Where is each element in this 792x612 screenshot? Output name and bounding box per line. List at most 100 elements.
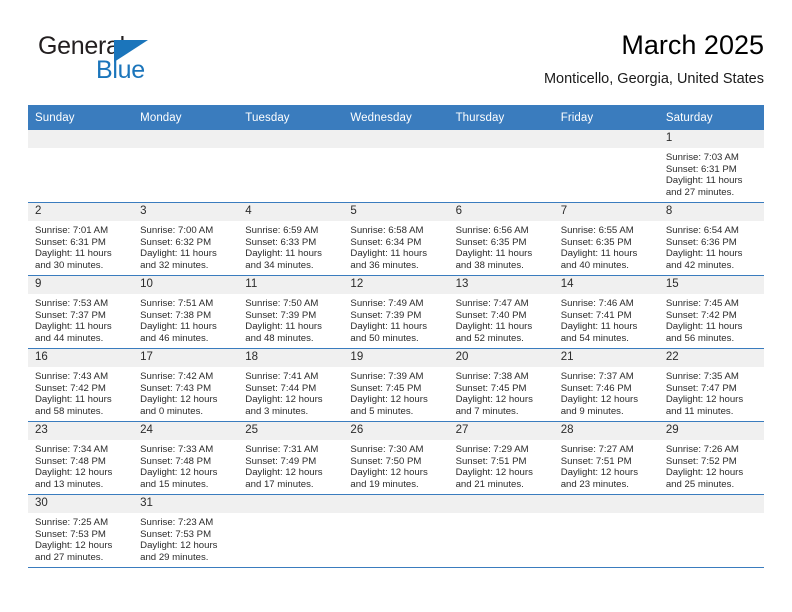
calendar-day-cell[interactable]: 17 Sunrise: 7:42 AM Sunset: 7:43 PM Dayligh… [133, 348, 239, 422]
calendar-day-cell[interactable]: 9 Sunrise: 7:53 AM Sunset: 7:37 PM Daylight… [28, 275, 134, 349]
sunset-text: Sunset: 7:39 PM [350, 309, 422, 321]
calendar-day-cell[interactable]: 18 Sunrise: 7:41 AM Sunset: 7:44 PM Dayligh… [238, 348, 344, 422]
calendar-body: 1 Sunrise: 7:03 AM Sunset: 6:31 PM Daylight… [28, 130, 764, 568]
calendar-week-row: 16 Sunrise: 7:43 AM Sunset: 7:42 PM Dayligh… [28, 348, 764, 422]
daylight-text: Daylight: 11 hours and 40 minutes. [560, 248, 638, 271]
daylight-text: Daylight: 11 hours and 48 minutes. [245, 321, 322, 344]
sunrise-text: Sunrise: 7:53 AM [35, 298, 109, 309]
day-number [553, 130, 659, 148]
calendar-day-cell[interactable]: 6 Sunrise: 6:56 AM Sunset: 6:35 PM Daylight… [448, 202, 554, 276]
daylight-text: Daylight: 11 hours and 30 minutes. [35, 248, 112, 271]
calendar-day-cell[interactable]: 16 Sunrise: 7:43 AM Sunset: 7:42 PM Dayligh… [28, 348, 134, 422]
day-number: 16 [28, 349, 134, 367]
weekday-header-saturday: Saturday [658, 105, 764, 130]
calendar-day-cell[interactable]: 26 Sunrise: 7:30 AM Sunset: 7:50 PM Dayligh… [343, 421, 449, 495]
calendar-day-cell[interactable]: 25 Sunrise: 7:31 AM Sunset: 7:49 PM Dayligh… [238, 421, 344, 495]
day-details: Sunrise: 7:00 AM Sunset: 6:32 PM Daylight:… [133, 221, 238, 274]
day-number: 31 [133, 495, 239, 513]
day-details: Sunrise: 6:55 AM Sunset: 6:35 PM Daylight:… [554, 221, 659, 274]
title-block: March 2025 Monticello, Georgia, United S… [544, 28, 764, 90]
day-details: Sunrise: 7:30 AM Sunset: 7:50 PM Daylight:… [343, 440, 448, 493]
day-number: 6 [448, 203, 554, 221]
day-number: 11 [238, 276, 344, 294]
day-details: Sunrise: 7:45 AM Sunset: 7:42 PM Daylight:… [659, 294, 764, 347]
sunrise-text: Sunrise: 7:51 AM [140, 298, 214, 309]
calendar-day-cell[interactable]: 30 Sunrise: 7:25 AM Sunset: 7:53 PM Dayligh… [28, 494, 134, 568]
day-number [343, 130, 449, 148]
calendar-day-cell[interactable]: 10 Sunrise: 7:51 AM Sunset: 7:38 PM Dayligh… [133, 275, 239, 349]
calendar-day-cell[interactable]: 19 Sunrise: 7:39 AM Sunset: 7:45 PM Dayligh… [343, 348, 449, 422]
calendar-day-cell[interactable]: 23 Sunrise: 7:34 AM Sunset: 7:48 PM Dayligh… [28, 421, 134, 495]
calendar-day-cell[interactable]: 31 Sunrise: 7:23 AM Sunset: 7:53 PM Dayligh… [133, 494, 239, 568]
sunset-text: Sunset: 6:36 PM [665, 236, 737, 248]
day-details: Sunrise: 7:41 AM Sunset: 7:44 PM Daylight:… [238, 367, 343, 420]
sunset-text: Sunset: 7:48 PM [35, 455, 106, 467]
sunset-text: Sunset: 7:47 PM [665, 382, 737, 394]
day-number: 25 [238, 422, 344, 440]
day-details: Sunrise: 7:38 AM Sunset: 7:45 PM Daylight:… [449, 367, 554, 420]
day-details: Sunrise: 7:01 AM Sunset: 6:31 PM Daylight:… [28, 221, 133, 274]
calendar-day-cell[interactable]: 15 Sunrise: 7:45 AM Sunset: 7:42 PM Dayligh… [658, 275, 764, 349]
day-details: Sunrise: 7:29 AM Sunset: 7:51 PM Daylight:… [449, 440, 554, 493]
calendar-day-cell-empty [553, 494, 659, 568]
calendar-day-cell[interactable]: 7 Sunrise: 6:55 AM Sunset: 6:35 PM Daylight… [553, 202, 659, 276]
daylight-text: Daylight: 11 hours and 34 minutes. [245, 248, 322, 271]
sunrise-text: Sunrise: 7:39 AM [350, 371, 424, 382]
daylight-text: Daylight: 12 hours and 13 minutes. [35, 467, 113, 490]
day-details: Sunrise: 7:49 AM Sunset: 7:39 PM Daylight:… [343, 294, 448, 347]
day-number: 7 [553, 203, 659, 221]
calendar-day-cell[interactable]: 11 Sunrise: 7:50 AM Sunset: 7:39 PM Dayligh… [238, 275, 344, 349]
day-number: 13 [448, 276, 554, 294]
calendar-day-cell[interactable]: 27 Sunrise: 7:29 AM Sunset: 7:51 PM Dayligh… [448, 421, 554, 495]
sunrise-text: Sunrise: 7:34 AM [35, 444, 109, 455]
sunrise-text: Sunrise: 7:37 AM [560, 371, 634, 382]
page-title: March 2025 [621, 30, 764, 60]
daylight-text: Daylight: 11 hours and 50 minutes. [350, 321, 428, 344]
calendar-day-cell[interactable]: 1 Sunrise: 7:03 AM Sunset: 6:31 PM Daylight… [658, 130, 764, 203]
calendar-day-cell-empty [343, 130, 449, 203]
day-number: 28 [553, 422, 659, 440]
day-number: 21 [553, 349, 659, 367]
calendar-day-cell[interactable]: 5 Sunrise: 6:58 AM Sunset: 6:34 PM Daylight… [343, 202, 449, 276]
calendar-day-cell[interactable]: 22 Sunrise: 7:35 AM Sunset: 7:47 PM Dayligh… [658, 348, 764, 422]
day-number: 9 [28, 276, 134, 294]
daylight-text: Daylight: 12 hours and 11 minutes. [665, 394, 744, 417]
sunset-text: Sunset: 7:45 PM [350, 382, 422, 394]
calendar-day-cell[interactable]: 13 Sunrise: 7:47 AM Sunset: 7:40 PM Dayligh… [448, 275, 554, 349]
sunrise-text: Sunrise: 7:38 AM [455, 371, 529, 382]
calendar-day-cell[interactable]: 3 Sunrise: 7:00 AM Sunset: 6:32 PM Daylight… [133, 202, 239, 276]
daylight-text: Daylight: 12 hours and 21 minutes. [455, 467, 533, 490]
day-details: Sunrise: 6:54 AM Sunset: 6:36 PM Daylight:… [659, 221, 764, 274]
sunrise-text: Sunrise: 7:23 AM [140, 517, 214, 528]
day-details: Sunrise: 7:43 AM Sunset: 7:42 PM Daylight:… [28, 367, 133, 420]
calendar-day-cell[interactable]: 29 Sunrise: 7:26 AM Sunset: 7:52 PM Dayligh… [658, 421, 764, 495]
calendar-day-cell[interactable]: 4 Sunrise: 6:59 AM Sunset: 6:33 PM Daylight… [238, 202, 344, 276]
sunrise-text: Sunrise: 7:35 AM [665, 371, 739, 382]
calendar-day-cell[interactable]: 21 Sunrise: 7:37 AM Sunset: 7:46 PM Dayligh… [553, 348, 659, 422]
calendar-day-cell[interactable]: 28 Sunrise: 7:27 AM Sunset: 7:51 PM Dayligh… [553, 421, 659, 495]
sunset-text: Sunset: 7:53 PM [140, 528, 212, 540]
calendar-day-cell[interactable]: 24 Sunrise: 7:33 AM Sunset: 7:48 PM Dayligh… [133, 421, 239, 495]
weekday-header-sunday: Sunday [28, 105, 134, 130]
day-number [28, 130, 134, 148]
daylight-text: Daylight: 11 hours and 46 minutes. [140, 321, 217, 344]
daylight-text: Daylight: 12 hours and 25 minutes. [665, 467, 744, 490]
day-details: Sunrise: 6:59 AM Sunset: 6:33 PM Daylight:… [238, 221, 343, 274]
daylight-text: Daylight: 11 hours and 32 minutes. [140, 248, 217, 271]
day-details: Sunrise: 7:31 AM Sunset: 7:49 PM Daylight:… [238, 440, 343, 493]
day-details: Sunrise: 7:34 AM Sunset: 7:48 PM Daylight:… [28, 440, 133, 493]
calendar-day-cell[interactable]: 20 Sunrise: 7:38 AM Sunset: 7:45 PM Dayligh… [448, 348, 554, 422]
day-number [343, 495, 449, 513]
sunset-text: Sunset: 7:50 PM [350, 455, 422, 467]
day-number: 15 [658, 276, 764, 294]
day-number [238, 495, 344, 513]
daylight-text: Daylight: 12 hours and 29 minutes. [140, 540, 218, 563]
calendar-day-cell[interactable]: 8 Sunrise: 6:54 AM Sunset: 6:36 PM Daylight… [658, 202, 764, 276]
calendar-day-cell[interactable]: 2 Sunrise: 7:01 AM Sunset: 6:31 PM Daylight… [28, 202, 134, 276]
sunrise-text: Sunrise: 6:54 AM [665, 225, 739, 236]
calendar-day-cell[interactable]: 14 Sunrise: 7:46 AM Sunset: 7:41 PM Dayligh… [553, 275, 659, 349]
sunrise-text: Sunrise: 6:59 AM [245, 225, 319, 236]
calendar-day-cell-empty [553, 130, 659, 203]
calendar-container: Sunday Monday Tuesday Wednesday Thursday… [28, 105, 764, 568]
calendar-day-cell[interactable]: 12 Sunrise: 7:49 AM Sunset: 7:39 PM Dayligh… [343, 275, 449, 349]
